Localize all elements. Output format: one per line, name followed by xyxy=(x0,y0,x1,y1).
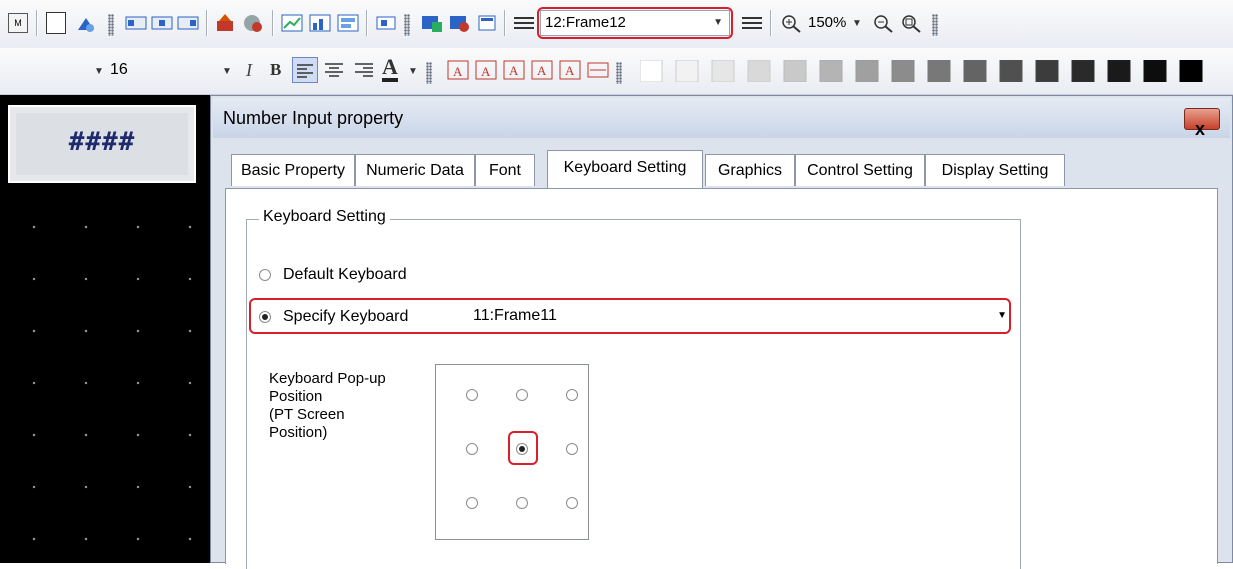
position-top-left-radio[interactable] xyxy=(466,389,478,401)
pattern-palette[interactable] xyxy=(639,59,1230,83)
screen-canvas[interactable]: #### xyxy=(0,95,210,563)
frame-icon[interactable] xyxy=(374,13,398,35)
position-bottom-left-radio[interactable] xyxy=(466,497,478,509)
keyboard-setting-panel: Keyboard Setting Default Keyboard Specif… xyxy=(225,188,1218,569)
align-center-icon[interactable] xyxy=(322,59,346,81)
align-right-icon[interactable] xyxy=(352,59,376,81)
zoom-level[interactable]: 150% xyxy=(808,14,846,31)
specify-keyboard-highlight xyxy=(249,298,1011,334)
scan-icon[interactable] xyxy=(76,14,100,36)
popup-position-label-line: (PT Screen xyxy=(269,406,345,423)
tab-graphics[interactable]: Graphics xyxy=(705,154,795,186)
separator xyxy=(504,10,506,36)
position-middle-left-radio[interactable] xyxy=(466,443,478,455)
popup-position-label-line: Position) xyxy=(269,424,328,441)
export-icon[interactable] xyxy=(214,13,238,35)
format-toolbar: ▼ 16 ▼ I B A ▼ A A A A A xyxy=(0,48,1233,95)
toolbar-grip[interactable] xyxy=(426,62,432,84)
frame-select-highlight xyxy=(537,7,733,39)
zoom-dropdown-icon[interactable]: ▼ xyxy=(852,18,862,29)
tab-keyboard-setting[interactable]: Keyboard Setting xyxy=(547,150,703,188)
chart-icon[interactable] xyxy=(280,13,304,35)
tab-control-setting[interactable]: Control Setting xyxy=(795,154,925,186)
tab-basic-property[interactable]: Basic Property xyxy=(231,154,355,186)
tab-display-setting[interactable]: Display Setting xyxy=(925,154,1065,186)
text-valign-bottom-icon[interactable]: A xyxy=(558,59,582,81)
delete-object-icon[interactable] xyxy=(448,13,472,35)
keyboard-setting-group: Keyboard Setting Default Keyboard Specif… xyxy=(246,208,1021,569)
toolbar-grip[interactable] xyxy=(404,14,410,36)
position-bottom-center-radio[interactable] xyxy=(516,497,528,509)
default-keyboard-label[interactable]: Default Keyboard xyxy=(283,266,407,284)
separator xyxy=(770,10,772,36)
next-frame-icon[interactable] xyxy=(740,13,764,35)
svg-text:A: A xyxy=(453,64,463,79)
chevron-down-icon: ▼ xyxy=(94,66,104,77)
dialog-titlebar[interactable]: Number Input property x xyxy=(213,98,1230,139)
canvas-grid xyxy=(0,195,210,563)
add-object-icon[interactable] xyxy=(420,13,444,35)
font-color-icon[interactable]: A xyxy=(382,56,398,82)
svg-text:A: A xyxy=(537,63,547,78)
number-input-preview-text: #### xyxy=(68,127,136,157)
close-icon: x xyxy=(1195,119,1206,139)
position-middle-right-radio[interactable] xyxy=(566,443,578,455)
popup-position-label-line: Keyboard Pop-up xyxy=(269,370,386,387)
position-top-center-radio[interactable] xyxy=(516,389,528,401)
align-left-object-icon[interactable] xyxy=(124,13,148,35)
new-screen-icon[interactable] xyxy=(46,12,66,34)
screen-properties-icon[interactable] xyxy=(476,13,500,35)
zoom-in-icon[interactable] xyxy=(780,13,804,35)
group-title: Keyboard Setting xyxy=(259,208,390,226)
close-button[interactable]: x xyxy=(1184,108,1220,139)
align-right-object-icon[interactable] xyxy=(176,13,200,35)
zoom-out-icon[interactable] xyxy=(872,13,896,35)
popup-position-grid xyxy=(435,364,589,540)
tab-font[interactable]: Font xyxy=(475,154,535,186)
toolbar-grip[interactable] xyxy=(616,62,622,84)
toolbar-grip[interactable] xyxy=(932,14,938,36)
text-align-a-icon[interactable]: A xyxy=(446,59,470,81)
macro-icon[interactable]: M xyxy=(8,13,28,33)
text-stretch-icon[interactable] xyxy=(586,59,610,81)
separator xyxy=(206,10,208,36)
number-input-preview[interactable]: #### xyxy=(8,105,196,183)
popup-position-label: Keyboard Pop-up Position (PT Screen Posi… xyxy=(269,370,419,442)
selected-position-highlight xyxy=(508,431,538,465)
number-input-property-dialog: Number Input property x Basic Property N… xyxy=(210,95,1233,569)
position-top-right-radio[interactable] xyxy=(566,389,578,401)
align-center-object-icon[interactable] xyxy=(150,13,174,35)
text-valign-top-icon[interactable]: A xyxy=(502,59,526,81)
import-icon[interactable] xyxy=(242,13,266,35)
chart2-icon[interactable] xyxy=(308,13,332,35)
font-size-value[interactable]: 16 xyxy=(110,61,128,79)
align-left-icon[interactable] xyxy=(292,57,318,83)
main-toolbar: M 12:Frame12 ▼ 150% ▼ xyxy=(0,0,1233,49)
bold-icon[interactable]: B xyxy=(270,60,281,80)
zoom-fit-icon[interactable] xyxy=(900,13,924,35)
svg-text:A: A xyxy=(481,64,491,79)
dialog-title: Number Input property xyxy=(223,108,404,128)
font-color-dropdown-icon[interactable]: ▼ xyxy=(408,66,418,77)
toolbar-grip[interactable] xyxy=(108,14,114,36)
svg-text:A: A xyxy=(509,63,519,78)
previous-frame-icon[interactable] xyxy=(512,13,536,35)
chart3-icon[interactable] xyxy=(336,13,360,35)
popup-position-label-line: Position xyxy=(269,388,323,405)
svg-text:A: A xyxy=(565,63,575,78)
text-align-b-icon[interactable]: A xyxy=(474,59,498,81)
font-size-dropdown-icon[interactable]: ▼ xyxy=(222,66,232,77)
default-keyboard-radio[interactable] xyxy=(259,269,271,281)
italic-icon[interactable]: I xyxy=(246,60,252,81)
separator xyxy=(36,10,38,36)
text-valign-middle-icon[interactable]: A xyxy=(530,59,554,81)
separator xyxy=(366,10,368,36)
tab-numeric-data[interactable]: Numeric Data xyxy=(355,154,475,186)
separator xyxy=(272,10,274,36)
position-bottom-right-radio[interactable] xyxy=(566,497,578,509)
